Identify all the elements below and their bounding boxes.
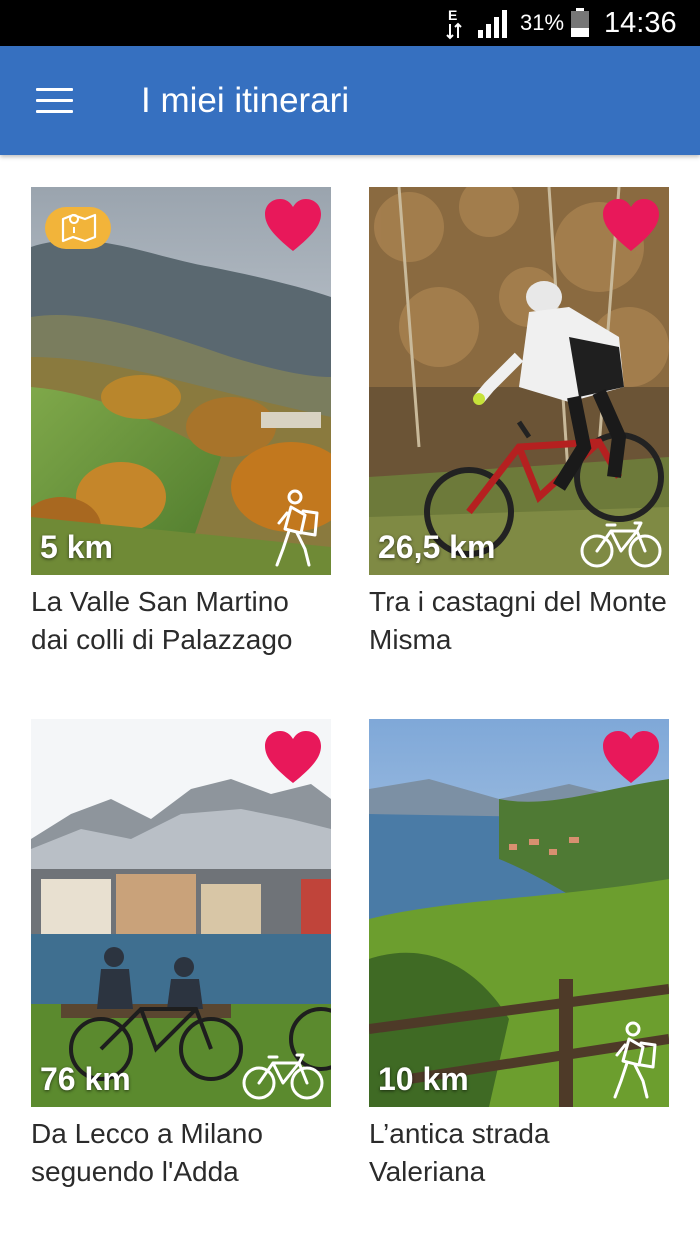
map-icon xyxy=(61,213,97,243)
network-type: E xyxy=(448,7,457,23)
favorite-heart-icon[interactable] xyxy=(263,729,323,785)
hiking-icon xyxy=(613,1021,657,1099)
distance-label: 26,5 km xyxy=(378,529,496,565)
favorite-heart-icon[interactable] xyxy=(601,197,661,253)
favorite-heart-icon[interactable] xyxy=(601,729,661,785)
distance-label: 76 km xyxy=(40,1061,131,1097)
itinerary-photo: 5 km xyxy=(31,187,331,575)
itinerary-title: Da Lecco a Milano seguendo l'Adda xyxy=(31,1118,263,1187)
distance-label: 10 km xyxy=(378,1061,469,1097)
itinerary-title: Tra i castagni del Monte Misma xyxy=(369,586,667,655)
favorite-heart-icon[interactable] xyxy=(263,197,323,253)
page-title: I miei itinerari xyxy=(141,81,350,120)
signal-icon xyxy=(478,10,507,38)
battery-icon xyxy=(571,8,589,37)
itinerary-card[interactable]: 5 km La Valle San Martino dai colli di P… xyxy=(31,187,331,659)
itinerary-card[interactable]: 76 km Da Lecco a Milano seguendo l'Adda xyxy=(31,719,331,1191)
hamburger-menu-icon[interactable] xyxy=(24,76,84,126)
app-bar: I miei itinerari xyxy=(0,46,700,155)
itinerary-photo: 76 km xyxy=(31,719,331,1107)
map-badge xyxy=(45,207,111,249)
itinerary-photo: 26,5 km xyxy=(369,187,669,575)
data-arrows-icon: E xyxy=(446,7,462,40)
bicycle-icon xyxy=(242,1053,324,1100)
battery-percent: 31% xyxy=(520,10,565,35)
hiking-icon xyxy=(275,489,319,567)
distance-label: 5 km xyxy=(40,529,113,565)
itinerary-title: L’antica strada Valeriana xyxy=(369,1118,550,1187)
clock: 14:36 xyxy=(604,7,677,39)
itinerary-title: La Valle San Martino dai colli di Palazz… xyxy=(31,586,293,655)
itinerary-photo: 10 km xyxy=(369,719,669,1107)
itinerary-card[interactable]: 26,5 km Tra i castagni del Monte Misma xyxy=(369,187,669,659)
bicycle-icon xyxy=(580,521,662,568)
itinerary-card[interactable]: 10 km L’antica strada Valeriana xyxy=(369,719,669,1191)
status-bar: E 31% 14:36 xyxy=(0,0,700,46)
